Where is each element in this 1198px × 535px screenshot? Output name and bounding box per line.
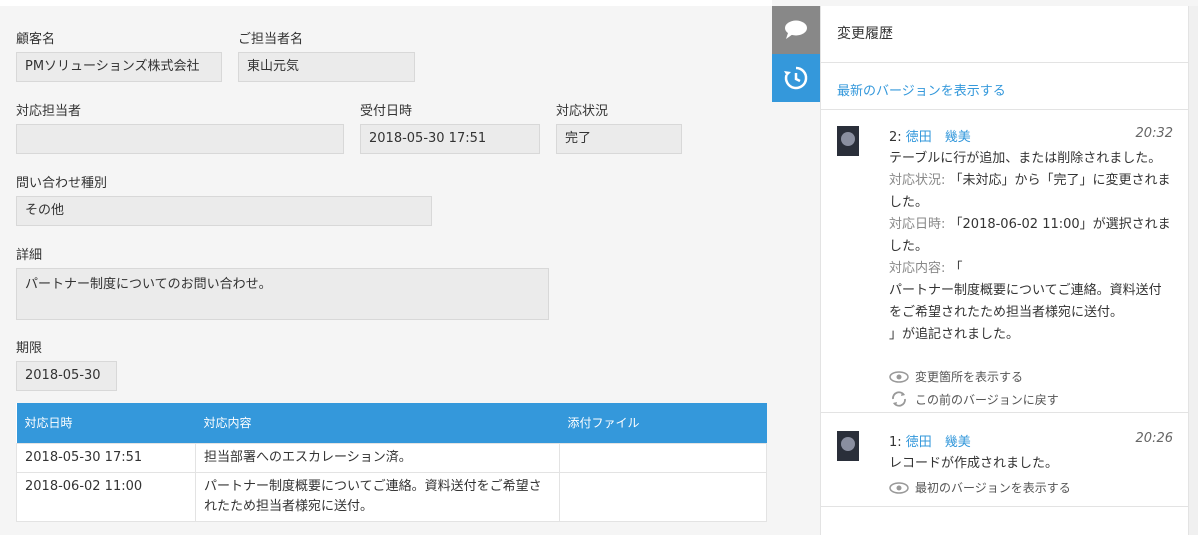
table-row: 2018-05-30 17:51 担当部署へのエスカレーション済。 — [16, 442, 767, 473]
field-label: 対応状況: — [889, 173, 946, 188]
deadline-field[interactable]: 2018-05-30 — [16, 361, 117, 391]
change-summary: テーブルに行が追加、または削除されました。 — [889, 151, 1162, 166]
cell-content: パートナー制度概要についてご連絡。資料送付をご希望されたため担当者様宛に送付。 — [195, 471, 560, 522]
change-datetime: 対応日時: 「2018-06-02 11:00」が選択されました。 — [889, 214, 1173, 258]
status-label: 対応状況 — [556, 104, 609, 119]
received-field[interactable]: 2018-05-30 17:51 — [360, 124, 540, 154]
history-entry: 1: 徳田 幾美 20:26 レコードが作成されました。 最初のバージョンを表示… — [837, 431, 1173, 501]
tab-history[interactable] — [772, 54, 820, 102]
cell-content: 担当部署へのエスカレーション済。 — [195, 442, 560, 473]
inquiry-type-field[interactable]: その他 — [16, 196, 432, 226]
col-header-datetime: 対応日時 — [16, 403, 196, 443]
change-status: 対応状況: 「未対応」から「完了」に変更されました。 — [889, 170, 1173, 214]
tab-comments[interactable] — [772, 6, 820, 54]
cell-datetime: 2018-05-30 17:51 — [16, 442, 196, 473]
customer-field[interactable]: PMソリューションズ株式会社 — [16, 52, 222, 82]
side-tabs — [772, 6, 820, 535]
received-label: 受付日時 — [360, 104, 413, 119]
revert-action[interactable]: この前のバージョンに戻す — [889, 390, 1059, 408]
inquiry-type-label: 問い合わせ種別 — [16, 176, 108, 191]
history-panel: 変更履歴 最新のバージョンを表示する 2: 徳田 幾美 20:32 テーブルに行… — [820, 6, 1188, 535]
col-header-attachment: 添付ファイル — [559, 403, 767, 443]
change-content: 対応内容: 「 — [889, 258, 1173, 280]
history-clock-icon — [784, 66, 808, 90]
eye-icon — [889, 370, 909, 383]
divider — [821, 62, 1188, 63]
revert-icon — [892, 391, 906, 407]
cell-datetime: 2018-06-02 11:00 — [16, 471, 196, 522]
contact-field[interactable]: 東山元気 — [238, 52, 415, 82]
change-content-text: パートナー制度概要についてご連絡。資料送付をご希望されたため担当者様宛に送付。 — [889, 283, 1162, 320]
assignee-label: 対応担当者 — [16, 104, 82, 119]
detail-field[interactable]: パートナー制度についてのお問い合わせ。 — [16, 268, 549, 320]
avatar — [837, 126, 859, 156]
avatar — [837, 431, 859, 461]
speech-bubble-icon — [785, 20, 807, 39]
history-title: 変更履歴 — [837, 26, 893, 42]
cell-attachment — [559, 442, 767, 473]
user-link[interactable]: 徳田 幾美 — [906, 435, 971, 450]
customer-label: 顧客名 — [16, 32, 56, 47]
version-number: 2: — [889, 130, 902, 145]
show-first-version-link[interactable]: 最初のバージョンを表示する — [915, 479, 1071, 496]
change-content-tail: 」が追記されました。 — [889, 327, 1020, 342]
deadline-label: 期限 — [16, 341, 43, 356]
divider — [821, 412, 1188, 413]
divider — [821, 109, 1188, 110]
entry-body: レコードが作成されました。 — [889, 453, 1173, 475]
entry-header: 2: 徳田 幾美 — [889, 126, 1173, 145]
version-number: 1: — [889, 435, 902, 450]
entry-time: 20:32 — [1135, 126, 1173, 141]
contact-label: ご担当者名 — [238, 32, 304, 47]
field-change: 「 — [949, 261, 963, 276]
response-table: 対応日時 対応内容 添付ファイル 2018-05-30 17:51 担当部署への… — [16, 403, 767, 522]
status-field[interactable]: 完了 — [556, 124, 682, 154]
user-link[interactable]: 徳田 幾美 — [906, 130, 971, 145]
field-label: 対応内容: — [889, 261, 946, 276]
table-header-row: 対応日時 対応内容 添付ファイル — [16, 403, 767, 443]
scrollbar[interactable] — [1188, 6, 1198, 535]
change-summary: レコードが作成されました。 — [889, 456, 1059, 471]
show-first-version-action[interactable]: 最初のバージョンを表示する — [889, 479, 1071, 496]
show-diff-action[interactable]: 変更箇所を表示する — [889, 368, 1023, 385]
entry-header: 1: 徳田 幾美 — [889, 431, 1173, 450]
eye-icon — [889, 481, 909, 494]
table-row: 2018-06-02 11:00 パートナー制度概要についてご連絡。資料送付をご… — [16, 471, 767, 522]
entry-body: テーブルに行が追加、または削除されました。 対応状況: 「未対応」から「完了」に… — [889, 148, 1173, 346]
col-header-content: 対応内容 — [195, 403, 560, 443]
field-label: 対応日時: — [889, 217, 946, 232]
show-diff-link[interactable]: 変更箇所を表示する — [915, 368, 1023, 385]
entry-time: 20:26 — [1135, 431, 1173, 446]
revert-link[interactable]: この前のバージョンに戻す — [915, 391, 1059, 408]
assignee-field[interactable] — [16, 124, 344, 154]
history-entry: 2: 徳田 幾美 20:32 テーブルに行が追加、または削除されました。 対応状… — [837, 126, 1173, 408]
divider — [821, 506, 1188, 507]
show-latest-version-link[interactable]: 最新のバージョンを表示する — [837, 80, 1006, 99]
cell-attachment — [559, 471, 767, 522]
detail-label: 詳細 — [16, 248, 43, 263]
